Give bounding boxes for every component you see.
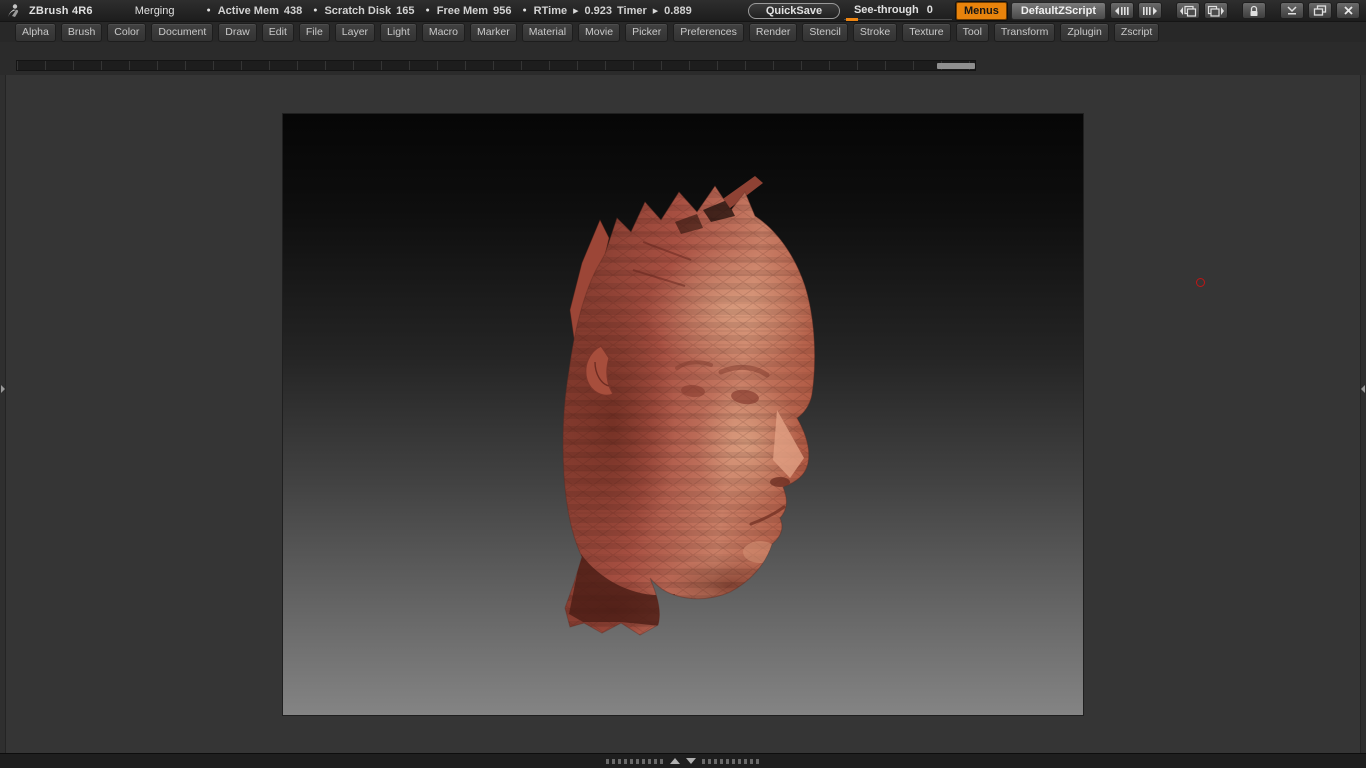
doc-arrow-left-icon [1179, 5, 1197, 17]
menu-item-edit[interactable]: Edit [262, 23, 294, 42]
stat-label: Scratch Disk [324, 5, 391, 17]
play-icon: ▶ [573, 7, 578, 15]
close-icon [1343, 5, 1354, 16]
stat-label: Free Mem [437, 5, 488, 17]
divider-ticks-left-icon [606, 759, 664, 764]
timer-label: Timer [617, 5, 647, 17]
zbrush-logo-icon [5, 3, 23, 19]
stat-label: Active Mem [218, 5, 279, 17]
menu-item-layer[interactable]: Layer [335, 23, 375, 42]
menus-toggle-button[interactable]: Menus [956, 2, 1007, 20]
see-through-orange-tick [846, 18, 858, 21]
play-icon: ▶ [653, 7, 658, 15]
menu-item-preferences[interactable]: Preferences [673, 23, 744, 42]
scroll-right-button[interactable] [1138, 2, 1162, 19]
scroll-left-button[interactable] [1110, 2, 1134, 19]
canvas-scroll-strip[interactable] [16, 60, 976, 71]
rtime-value: 0.923 [584, 5, 612, 17]
bullet-icon: ● [207, 7, 211, 14]
menu-bar: Alpha Brush Color Document Draw Edit File Layer… [0, 22, 1366, 42]
workspace-canvas[interactable] [6, 75, 1360, 753]
menu-item-zplugin[interactable]: Zplugin [1060, 23, 1108, 42]
menu-item-document[interactable]: Document [151, 23, 213, 42]
menu-item-brush[interactable]: Brush [61, 23, 102, 42]
frame-doc-right-button[interactable] [1204, 2, 1228, 19]
app-title: ZBrush 4R6 [29, 5, 93, 17]
see-through-label: See-through [854, 4, 919, 16]
see-through-slider[interactable]: See-through 0 [844, 2, 952, 20]
draw-cursor-ring [1196, 278, 1205, 287]
menu-item-stroke[interactable]: Stroke [853, 23, 897, 42]
left-tray-splitter[interactable] [0, 75, 6, 753]
menu-item-zscript[interactable]: Zscript [1114, 23, 1160, 42]
left-tray-arrow-icon[interactable] [1, 385, 5, 393]
menu-item-render[interactable]: Render [749, 23, 797, 42]
restore-window-button[interactable] [1308, 2, 1332, 19]
canvas-scroll-thumb[interactable] [937, 63, 975, 69]
menu-item-transform[interactable]: Transform [994, 23, 1055, 42]
bullet-icon: ● [313, 7, 317, 14]
divider-ticks-right-icon [702, 759, 760, 764]
see-through-value: 0 [927, 4, 933, 16]
document-canvas[interactable] [283, 114, 1083, 715]
menu-item-material[interactable]: Material [522, 23, 573, 42]
scroll-left-icon [1114, 6, 1130, 16]
titlebar-right-controls: QuickSave See-through 0 Menus DefaultZSc… [748, 2, 1366, 20]
quicksave-button[interactable]: QuickSave [748, 3, 840, 19]
sculpt-head-model[interactable] [283, 114, 1083, 715]
restore-icon [1313, 5, 1327, 16]
doc-arrow-right-icon [1207, 5, 1225, 17]
right-tray-splitter[interactable] [1360, 75, 1366, 753]
title-bar: ZBrush 4R6 Merging ● Active Mem 438 ● Scratc… [0, 0, 1366, 22]
menu-item-light[interactable]: Light [380, 23, 417, 42]
titlebar-stats: ● Active Mem 438 ● Scratch Disk 165 ● Free Mem 9… [201, 5, 692, 17]
menu-item-file[interactable]: File [299, 23, 330, 42]
menu-item-alpha[interactable]: Alpha [15, 23, 56, 42]
scroll-right-icon [1142, 6, 1158, 16]
tray-open-up-icon[interactable] [670, 758, 680, 764]
active-tool-name: Merging [135, 5, 175, 17]
default-zscript-button[interactable]: DefaultZScript [1011, 2, 1106, 20]
bullet-icon: ● [522, 7, 526, 14]
stat-value: 165 [396, 5, 414, 17]
stat-value: 956 [493, 5, 511, 17]
timer-value: 0.889 [664, 5, 692, 17]
bottom-bar [0, 753, 1366, 768]
menu-item-macro[interactable]: Macro [422, 23, 465, 42]
menu-item-stencil[interactable]: Stencil [802, 23, 848, 42]
frame-doc-left-button[interactable] [1176, 2, 1200, 19]
close-window-button[interactable] [1336, 2, 1360, 19]
rtime-label: RTime [534, 5, 567, 17]
menu-item-color[interactable]: Color [107, 23, 146, 42]
tray-open-down-icon[interactable] [686, 758, 696, 764]
right-tray-arrow-icon[interactable] [1361, 385, 1365, 393]
stat-value: 438 [284, 5, 302, 17]
menu-item-tool[interactable]: Tool [956, 23, 989, 42]
bullet-icon: ● [425, 7, 429, 14]
minimize-icon [1285, 5, 1299, 16]
lock-button[interactable] [1242, 2, 1266, 19]
menu-item-picker[interactable]: Picker [625, 23, 668, 42]
scrub-row [0, 42, 1366, 75]
menu-item-marker[interactable]: Marker [470, 23, 517, 42]
zbrush-app-window: ZBrush 4R6 Merging ● Active Mem 438 ● Scratc… [0, 0, 1366, 768]
bottom-tray-divider[interactable] [606, 758, 760, 764]
menu-item-texture[interactable]: Texture [902, 23, 950, 42]
menu-item-movie[interactable]: Movie [578, 23, 620, 42]
lock-icon [1248, 5, 1260, 17]
menu-item-draw[interactable]: Draw [218, 23, 257, 42]
minimize-window-button[interactable] [1280, 2, 1304, 19]
